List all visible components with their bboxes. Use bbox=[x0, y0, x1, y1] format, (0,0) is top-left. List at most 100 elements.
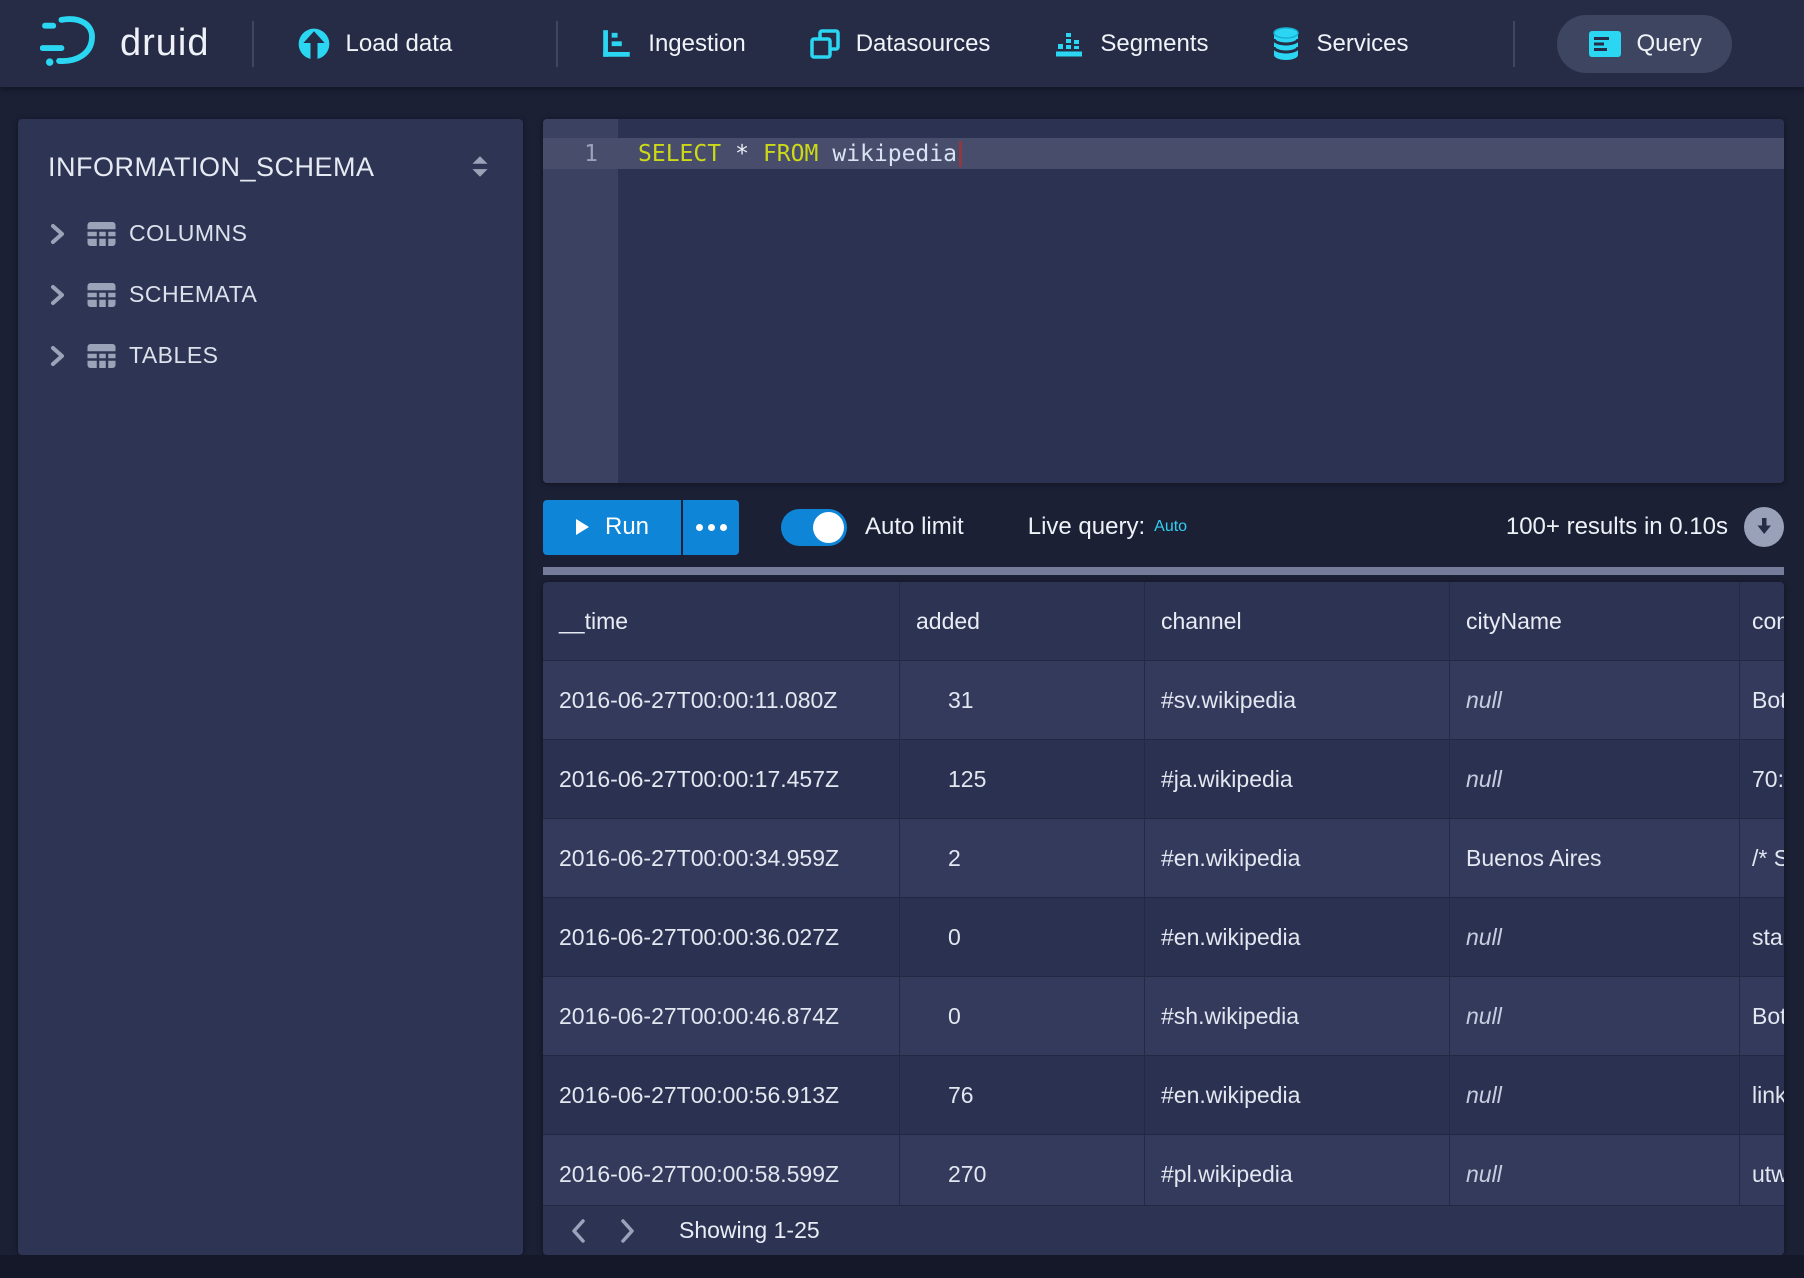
next-page-button[interactable] bbox=[617, 1217, 637, 1245]
nav-item-ingestion[interactable]: Ingestion bbox=[600, 27, 745, 61]
pagination bbox=[569, 1217, 637, 1245]
table-row: 2016-06-27T00:00:11.080Z 31 #sv.wikipedi… bbox=[543, 661, 1784, 740]
column-header-comment[interactable]: comment bbox=[1740, 582, 1784, 660]
schema-sidebar: INFORMATION_SCHEMA bbox=[18, 119, 523, 1255]
editor-gutter bbox=[543, 119, 618, 483]
double-caret-vertical-icon bbox=[467, 153, 493, 181]
cell-time[interactable]: 2016-06-27T00:00:34.959Z bbox=[543, 819, 900, 897]
text-cursor bbox=[959, 141, 962, 167]
column-header-added[interactable]: added bbox=[900, 582, 1145, 660]
cell-cityname[interactable]: Buenos Aires bbox=[1450, 819, 1740, 897]
resize-splitter[interactable] bbox=[543, 567, 1784, 575]
table-icon bbox=[86, 220, 117, 248]
column-header-channel[interactable]: channel bbox=[1145, 582, 1450, 660]
cell-cityname[interactable]: null bbox=[1450, 661, 1740, 739]
run-button-label: Run bbox=[605, 513, 649, 541]
cell-comment[interactable]: link bbox=[1740, 1056, 1784, 1134]
column-header-cityname[interactable]: cityName bbox=[1450, 582, 1740, 660]
cell-time[interactable]: 2016-06-27T00:00:46.874Z bbox=[543, 977, 900, 1055]
showing-label: Showing 1-25 bbox=[679, 1217, 820, 1244]
cell-channel[interactable]: #en.wikipedia bbox=[1145, 1056, 1450, 1134]
cell-added[interactable]: 0 bbox=[900, 977, 1145, 1055]
cell-channel[interactable]: #en.wikipedia bbox=[1145, 819, 1450, 897]
navbar-divider bbox=[556, 21, 558, 67]
sql-keyword: SELECT bbox=[638, 141, 721, 167]
nav-item-label: Load data bbox=[346, 30, 453, 58]
nav-item-label: Query bbox=[1637, 30, 1702, 58]
cell-cityname[interactable]: null bbox=[1450, 740, 1740, 818]
cell-channel[interactable]: #en.wikipedia bbox=[1145, 898, 1450, 976]
cell-comment[interactable]: /* S bbox=[1740, 819, 1784, 897]
table-row: 2016-06-27T00:00:56.913Z 76 #en.wikipedi… bbox=[543, 1056, 1784, 1135]
download-icon bbox=[1754, 516, 1774, 538]
table-row: 2016-06-27T00:00:17.457Z 125 #ja.wikiped… bbox=[543, 740, 1784, 819]
cell-time[interactable]: 2016-06-27T00:00:11.080Z bbox=[543, 661, 900, 739]
live-query-label: Live query: bbox=[1028, 513, 1145, 541]
column-header-time[interactable]: __time bbox=[543, 582, 900, 660]
load-data-icon bbox=[296, 26, 332, 62]
nav-item-datasources[interactable]: Datasources bbox=[808, 27, 991, 61]
download-button[interactable] bbox=[1744, 507, 1784, 547]
services-icon bbox=[1270, 26, 1302, 62]
table-row: 2016-06-27T00:00:34.959Z 2 #en.wikipedia… bbox=[543, 819, 1784, 898]
schema-sort-button[interactable] bbox=[463, 149, 497, 185]
chevron-right-icon bbox=[44, 343, 70, 369]
nav-item-services[interactable]: Services bbox=[1270, 26, 1408, 62]
cell-cityname[interactable]: null bbox=[1450, 898, 1740, 976]
cell-added[interactable]: 2 bbox=[900, 819, 1145, 897]
cell-time[interactable]: 2016-06-27T00:00:17.457Z bbox=[543, 740, 900, 818]
cell-comment[interactable]: Bot bbox=[1740, 661, 1784, 739]
cell-cityname[interactable]: null bbox=[1450, 1056, 1740, 1134]
nav-item-label: Services bbox=[1316, 30, 1408, 58]
cell-comment[interactable]: 70: bbox=[1740, 740, 1784, 818]
cell-added[interactable]: 270 bbox=[900, 1135, 1145, 1205]
run-more-button[interactable] bbox=[683, 500, 739, 555]
table-row: 2016-06-27T00:00:58.599Z 270 #pl.wikiped… bbox=[543, 1135, 1784, 1205]
cell-time[interactable]: 2016-06-27T00:00:58.599Z bbox=[543, 1135, 900, 1205]
play-icon bbox=[575, 518, 590, 536]
nav-item-load-data[interactable]: Load data bbox=[296, 26, 453, 62]
cell-channel[interactable]: #pl.wikipedia bbox=[1145, 1135, 1450, 1205]
cell-added[interactable]: 76 bbox=[900, 1056, 1145, 1134]
sql-query-text: SELECT*FROMwikipedia bbox=[618, 141, 976, 167]
cell-added[interactable]: 0 bbox=[900, 898, 1145, 976]
nav-item-query[interactable]: Query bbox=[1557, 15, 1732, 73]
nav-item-label: Ingestion bbox=[648, 30, 745, 58]
chevron-right-icon bbox=[617, 1217, 637, 1245]
cell-comment[interactable]: Bot bbox=[1740, 977, 1784, 1055]
cell-added[interactable]: 31 bbox=[900, 661, 1145, 739]
schema-sidebar-header: INFORMATION_SCHEMA bbox=[18, 119, 523, 185]
more-icon bbox=[708, 524, 715, 531]
cell-time[interactable]: 2016-06-27T00:00:56.913Z bbox=[543, 1056, 900, 1134]
tree-item-tables[interactable]: TABLES bbox=[18, 325, 523, 386]
druid-logo-icon bbox=[40, 14, 104, 73]
run-button-group: Run bbox=[543, 500, 739, 555]
query-toolbar: Run Auto limit Live query: Auto 100+ res… bbox=[543, 495, 1784, 559]
results-footer: Showing 1-25 bbox=[543, 1205, 1784, 1255]
druid-logo[interactable]: druid bbox=[40, 14, 210, 73]
prev-page-button[interactable] bbox=[569, 1217, 589, 1245]
live-query-value[interactable]: Auto bbox=[1154, 518, 1187, 536]
results-summary: 100+ results in 0.10s bbox=[1506, 513, 1728, 541]
cell-time[interactable]: 2016-06-27T00:00:36.027Z bbox=[543, 898, 900, 976]
tree-item-schemata[interactable]: SCHEMATA bbox=[18, 264, 523, 325]
cell-cityname[interactable]: null bbox=[1450, 977, 1740, 1055]
results-panel: __time added channel cityName comment 20… bbox=[543, 582, 1784, 1255]
auto-limit-toggle[interactable] bbox=[781, 509, 847, 546]
cell-comment[interactable]: utw bbox=[1740, 1135, 1784, 1205]
sql-editor[interactable]: 1 SELECT*FROMwikipedia bbox=[543, 119, 1784, 483]
cell-comment[interactable]: sta bbox=[1740, 898, 1784, 976]
table-icon bbox=[86, 342, 117, 370]
cell-channel[interactable]: #ja.wikipedia bbox=[1145, 740, 1450, 818]
tree-item-columns[interactable]: COLUMNS bbox=[18, 203, 523, 264]
cell-channel[interactable]: #sv.wikipedia bbox=[1145, 661, 1450, 739]
cell-channel[interactable]: #sh.wikipedia bbox=[1145, 977, 1450, 1055]
ingestion-icon bbox=[600, 27, 634, 61]
nav-item-segments[interactable]: Segments bbox=[1052, 27, 1208, 61]
more-icon bbox=[696, 524, 703, 531]
top-navbar: druid Load data bbox=[0, 0, 1804, 87]
cell-added[interactable]: 125 bbox=[900, 740, 1145, 818]
cell-cityname[interactable]: null bbox=[1450, 1135, 1740, 1205]
run-button[interactable]: Run bbox=[543, 500, 683, 555]
tree-item-label: SCHEMATA bbox=[129, 281, 257, 308]
